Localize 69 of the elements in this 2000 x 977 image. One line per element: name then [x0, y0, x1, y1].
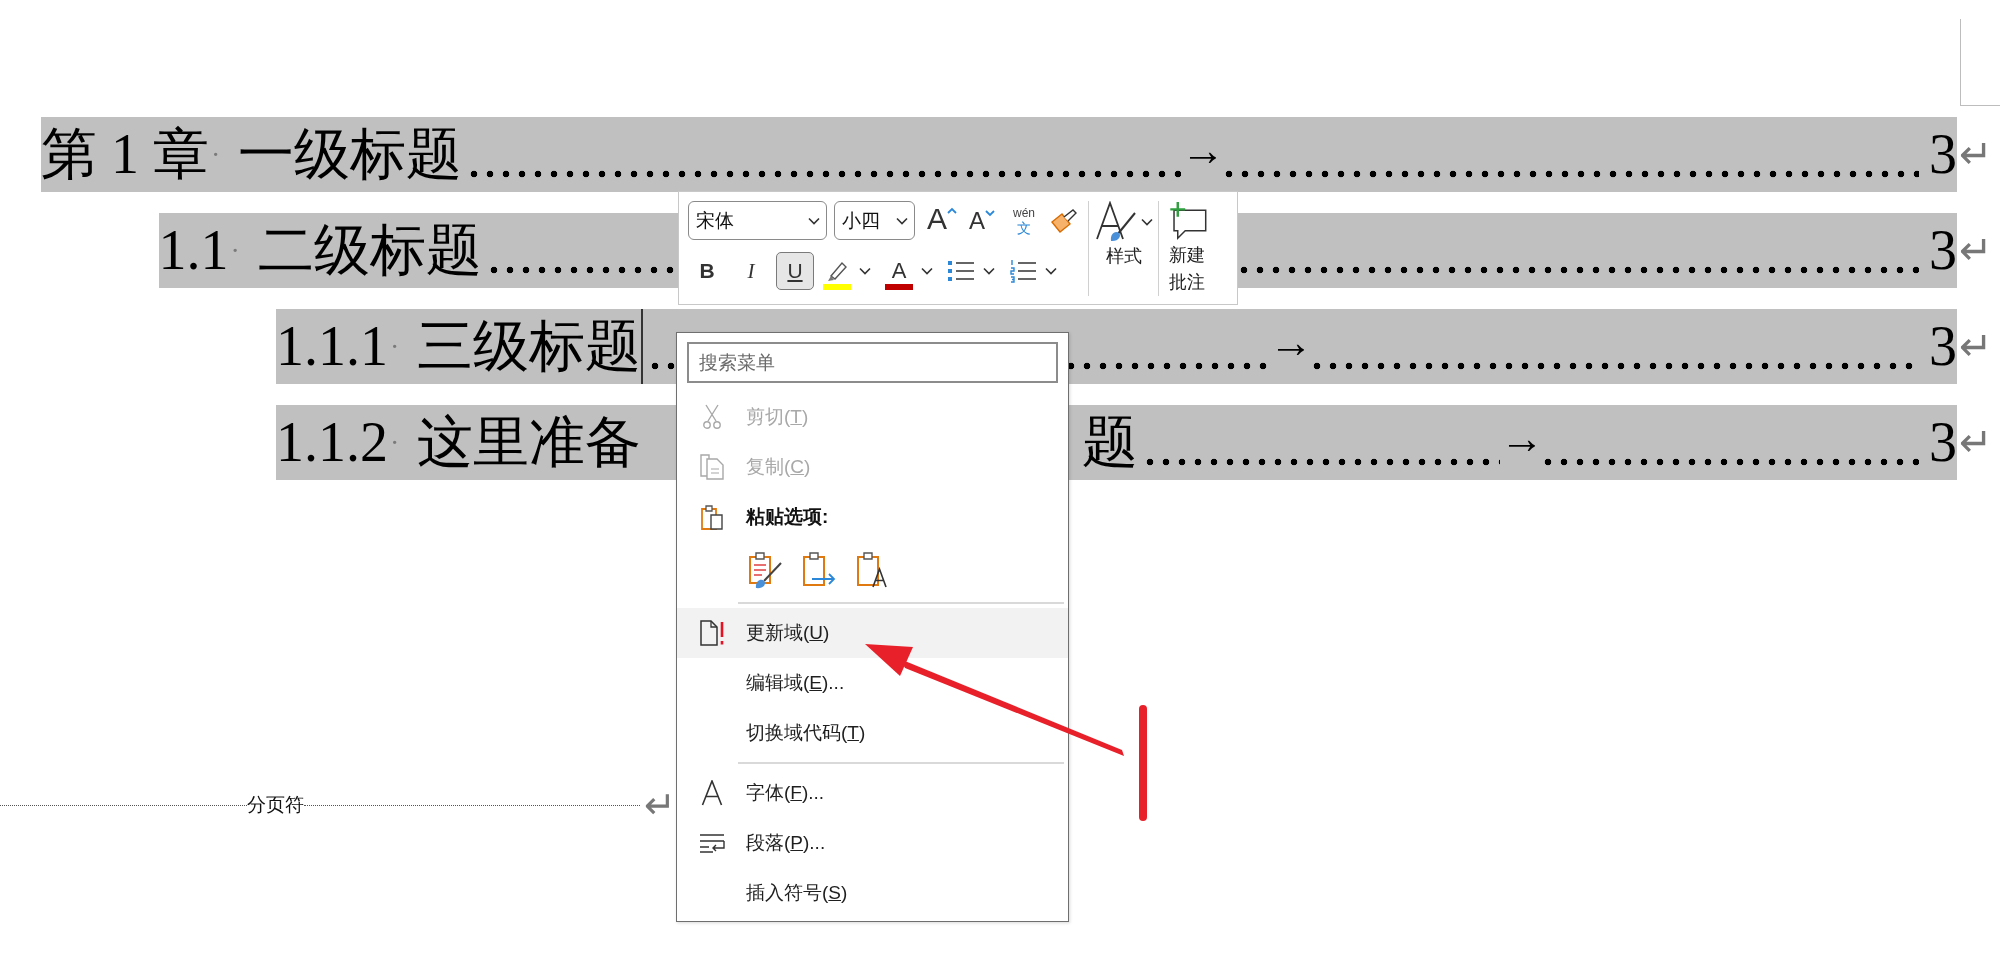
paragraph-mark: ↵ [1958, 131, 1994, 179]
tab-mark: → [1500, 413, 1544, 465]
menu-item[interactable]: 段落(P)... [677, 818, 1068, 868]
format-button[interactable]: U [776, 252, 814, 290]
heading-number: 第 1 章 [41, 122, 209, 187]
caret-up-icon [947, 206, 957, 214]
format-button[interactable]: B [688, 252, 726, 290]
styles-button[interactable]: 样式 [1088, 201, 1152, 296]
keep-formatting-button[interactable] [747, 550, 785, 590]
heading-number: 1.1 [158, 218, 229, 283]
bulleted-list-icon [947, 259, 975, 283]
highlight-color-bar [823, 284, 851, 290]
paragraph-icon [698, 833, 725, 853]
font-icon [700, 780, 723, 806]
heading-title: 三级标题 [417, 314, 642, 379]
paragraph-mark: ↵ [1958, 419, 1994, 467]
size-select[interactable]: 小四 [834, 201, 915, 240]
chevron-icon [808, 216, 820, 225]
numbered-list-icon [1009, 259, 1037, 283]
chevron-icon [1045, 267, 1057, 275]
paragraph-mark: ↵ [1958, 323, 1994, 371]
highlighter-icon [825, 260, 849, 282]
clipboard-arrow-icon [802, 551, 838, 589]
page-number: 3 [1928, 218, 1957, 283]
document-alert-icon [698, 620, 725, 646]
phonetic-guide-button[interactable]: wén 文 [1002, 206, 1046, 235]
font-color-button[interactable]: A [882, 252, 916, 290]
chevron-icon [983, 267, 995, 275]
heading-number: 1.1.1 [276, 314, 388, 379]
menu-item[interactable]: 切换域代码(T) [677, 708, 1068, 758]
chevron-icon [921, 267, 933, 275]
space-mark: · [390, 330, 400, 364]
clipboard-brush-icon [748, 551, 784, 589]
menu-item[interactable]: 更新域(U) [677, 608, 1068, 658]
heading-title: 一级标题 [238, 122, 463, 187]
menu-section-label: 粘贴选项: [746, 505, 829, 529]
tab-mark: → [1181, 125, 1225, 177]
menu-item[interactable]: 编辑域(E)... [677, 658, 1068, 708]
paragraph-mark: ↵ [1958, 227, 1994, 275]
space-mark: · [211, 138, 221, 172]
font-color-bar [885, 284, 913, 290]
heading-title: 题 [1082, 410, 1138, 475]
heading-title: 二级标题 [257, 218, 482, 283]
heading-number: 1.1.2 [276, 410, 388, 475]
page-number: 3 [1928, 314, 1957, 379]
shrink-font-button[interactable]: A [962, 201, 1002, 240]
space-mark: · [230, 234, 240, 268]
paragraph-mark: ↵ [643, 783, 677, 827]
caret-down-icon [985, 209, 995, 217]
grow-font-button[interactable]: A [922, 201, 962, 240]
chevron-icon [1140, 218, 1153, 226]
copy-icon [699, 454, 724, 480]
chevron-icon [896, 216, 908, 225]
font-select[interactable]: 宋体 [688, 201, 827, 240]
menu-item[interactable]: 字体(F)... [677, 768, 1068, 818]
heading-title: 这里准备 [417, 410, 642, 475]
chevron-icon [859, 267, 871, 275]
page-number: 3 [1928, 410, 1957, 475]
space-mark: · [390, 426, 400, 460]
search-field[interactable]: 搜索菜单 [687, 342, 1058, 383]
new-comment-button[interactable]: 新建批注 [1158, 201, 1210, 296]
paintbrush-icon [1050, 207, 1078, 234]
scissors-icon [702, 404, 721, 430]
page-number: 3 [1928, 122, 1957, 187]
page-break-label: 分页符 [247, 793, 304, 817]
tab-mark: → [1269, 317, 1313, 369]
menu-item[interactable]: 插入符号(S) [677, 868, 1068, 918]
clipboard-icon [699, 504, 724, 530]
format-button[interactable]: I [732, 252, 770, 290]
